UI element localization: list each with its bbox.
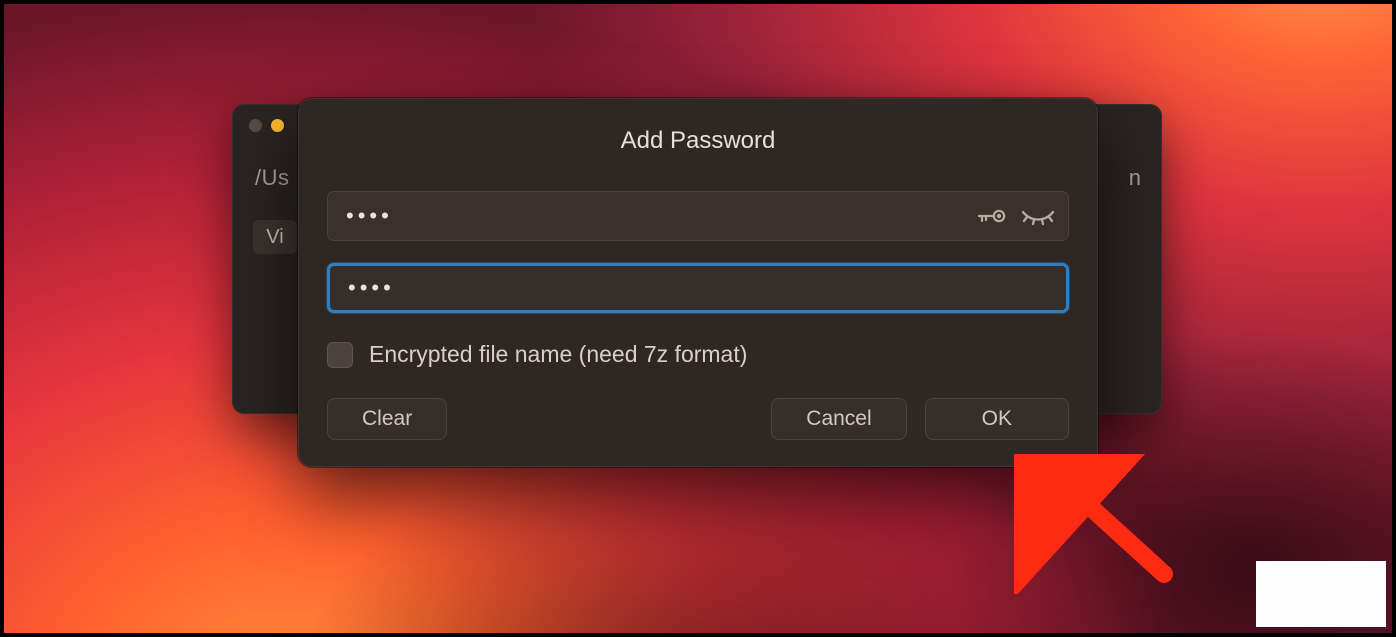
window-traffic-lights <box>249 119 284 132</box>
confirm-password-input[interactable] <box>327 263 1069 313</box>
back-right-label: n <box>1129 165 1141 191</box>
dialog-button-row: Clear Cancel OK <box>327 398 1069 440</box>
ok-button[interactable]: OK <box>925 398 1069 440</box>
annotation-arrow <box>1014 454 1214 594</box>
encrypt-filenames-row: Encrypted file name (need 7z format) <box>327 341 1069 368</box>
minimize-window-button[interactable] <box>271 119 284 132</box>
add-password-dialog: Add Password <box>298 98 1098 467</box>
password-field-wrap <box>327 191 1069 241</box>
dialog-title: Add Password <box>327 127 1069 155</box>
confirm-password-field-wrap <box>327 263 1069 313</box>
eye-closed-icon[interactable] <box>1021 206 1055 226</box>
path-text: /Us <box>255 165 290 191</box>
password-input[interactable] <box>327 191 1069 241</box>
back-side-button[interactable]: Vi <box>253 220 297 254</box>
encrypt-filenames-label: Encrypted file name (need 7z format) <box>369 341 747 368</box>
close-window-button[interactable] <box>249 119 262 132</box>
cancel-button[interactable]: Cancel <box>771 398 906 440</box>
key-icon[interactable] <box>977 206 1007 226</box>
desktop-wallpaper: /Us Vi n Add Password <box>4 4 1392 633</box>
clear-button[interactable]: Clear <box>327 398 447 440</box>
watermark-block <box>1256 561 1386 627</box>
encrypt-filenames-checkbox[interactable] <box>327 342 353 368</box>
